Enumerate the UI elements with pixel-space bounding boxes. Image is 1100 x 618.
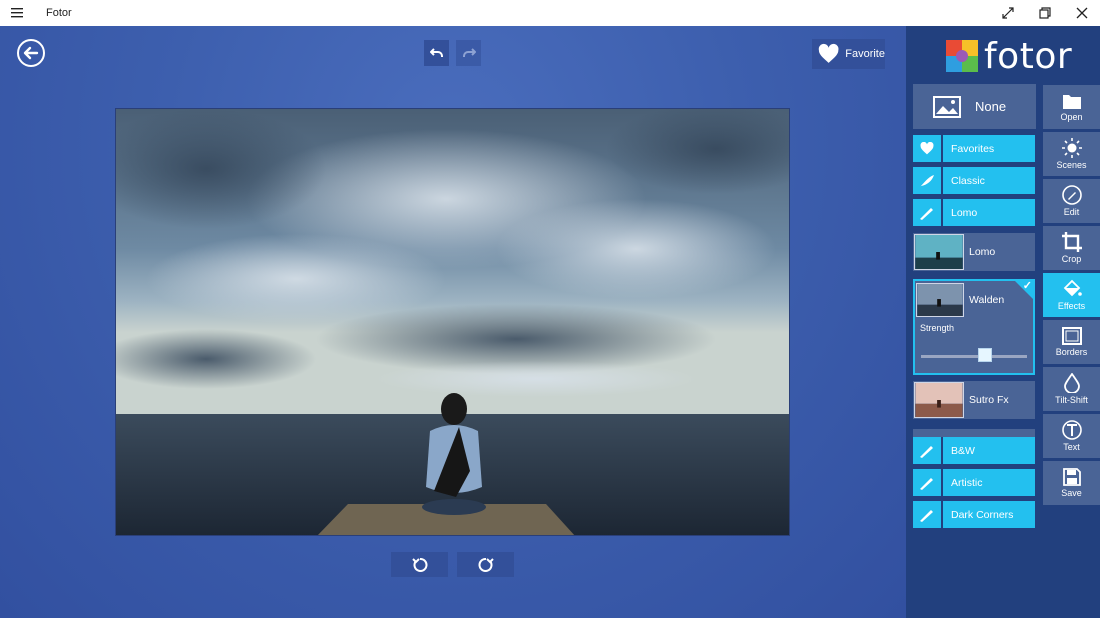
effect-label: Lomo	[969, 246, 996, 258]
effect-classic[interactable]: Classic	[913, 167, 1035, 194]
save-icon	[1062, 468, 1081, 486]
brush-icon	[913, 437, 943, 464]
arrow-left-icon	[23, 46, 39, 60]
tool-tilt-shift[interactable]: Tilt-Shift	[1043, 367, 1100, 411]
checkmark-icon: ✓	[1022, 280, 1032, 292]
tool-label: Effects	[1057, 301, 1086, 311]
tool-open[interactable]: Open	[1043, 85, 1100, 129]
heart-icon	[913, 135, 943, 162]
tool-label: Text	[1063, 442, 1080, 452]
effect-partial-tile	[913, 429, 1035, 437]
text-icon	[1061, 420, 1082, 440]
redo-icon	[462, 48, 476, 57]
app-title: Fotor	[46, 7, 72, 19]
effect-favorites[interactable]: Favorites	[913, 135, 1035, 162]
hamburger-menu-icon[interactable]	[0, 0, 36, 26]
tool-scenes[interactable]: Scenes	[1043, 132, 1100, 176]
tool-label: Save	[1061, 488, 1082, 498]
side-panel: fotor None Favorites Classic Lomo Lomo ✓	[906, 26, 1100, 618]
effect-label: Lomo	[943, 199, 1035, 226]
brush-icon	[913, 501, 943, 528]
tool-label: Scenes	[1056, 160, 1087, 170]
tool-label: Borders	[1055, 347, 1088, 357]
tool-text[interactable]: Text	[1043, 414, 1100, 458]
rotate-right-button[interactable]	[457, 552, 514, 577]
fotor-logo-icon	[946, 40, 978, 72]
effect-label: Artistic	[943, 469, 1035, 496]
tool-borders[interactable]: Borders	[1043, 320, 1100, 364]
folder-icon	[1062, 94, 1081, 109]
brush-icon	[913, 469, 943, 496]
fotor-logo: fotor	[946, 35, 1073, 77]
effect-label: Walden	[969, 294, 1005, 306]
close-icon[interactable]	[1063, 0, 1100, 26]
expand-icon[interactable]	[989, 0, 1026, 26]
drop-icon	[1063, 373, 1080, 393]
feather-icon	[913, 167, 943, 194]
favorite-label: Favorite	[845, 48, 885, 60]
undo-button[interactable]	[424, 40, 449, 66]
effect-lomo[interactable]: Lomo	[913, 233, 1035, 271]
undo-icon	[429, 48, 443, 57]
effect-label: Classic	[943, 167, 1035, 194]
effect-bw[interactable]: B&W	[913, 437, 1035, 464]
walden-thumbnail	[916, 283, 964, 317]
border-icon	[1061, 327, 1082, 345]
paint-bucket-icon	[1063, 279, 1082, 297]
effect-walden[interactable]: ✓ Walden Strength	[913, 279, 1035, 375]
restore-icon[interactable]	[1026, 0, 1063, 26]
lomo-thumbnail	[914, 234, 964, 270]
tool-effects[interactable]: Effects	[1043, 273, 1100, 317]
effect-lomo-category[interactable]: Lomo	[913, 199, 1035, 226]
tool-label: Tilt-Shift	[1055, 395, 1088, 405]
redo-button[interactable]	[456, 40, 481, 66]
crop-icon	[1061, 232, 1082, 252]
sutro-thumbnail	[914, 382, 964, 418]
tool-edit[interactable]: Edit	[1043, 179, 1100, 223]
rotate-left-icon	[411, 557, 427, 572]
tool-label: Edit	[1063, 207, 1080, 217]
brush-icon	[913, 199, 943, 226]
strength-slider-handle[interactable]	[978, 348, 992, 362]
effect-sutro-fx[interactable]: Sutro Fx	[913, 381, 1035, 419]
title-bar: Fotor	[0, 0, 1100, 26]
effect-dark-corners[interactable]: Dark Corners	[913, 501, 1035, 528]
photo-preview	[115, 108, 790, 536]
effect-none[interactable]: None	[913, 84, 1036, 129]
rotate-right-icon	[478, 557, 494, 572]
strength-slider-track[interactable]	[921, 355, 1027, 358]
favorite-button[interactable]: Favorite	[812, 39, 885, 69]
rotate-left-button[interactable]	[391, 552, 448, 577]
effect-label: Sutro Fx	[969, 394, 1009, 406]
image-icon	[933, 95, 961, 118]
pencil-icon	[1061, 185, 1082, 205]
tool-label: Open	[1060, 111, 1083, 122]
back-button[interactable]	[17, 39, 45, 67]
sun-icon	[1061, 138, 1082, 158]
none-label: None	[975, 99, 1007, 114]
canvas-area: Favorite	[0, 26, 906, 618]
tool-label: Crop	[1061, 254, 1082, 264]
strength-label: Strength	[920, 323, 955, 333]
effect-label: Favorites	[943, 135, 1035, 162]
logo-text: fotor	[984, 35, 1073, 77]
tool-crop[interactable]: Crop	[1043, 226, 1100, 270]
heart-icon	[818, 43, 839, 63]
tool-save[interactable]: Save	[1043, 461, 1100, 505]
effect-artistic[interactable]: Artistic	[913, 469, 1035, 496]
effect-label: Dark Corners	[943, 501, 1035, 528]
effect-label: B&W	[943, 437, 1035, 464]
